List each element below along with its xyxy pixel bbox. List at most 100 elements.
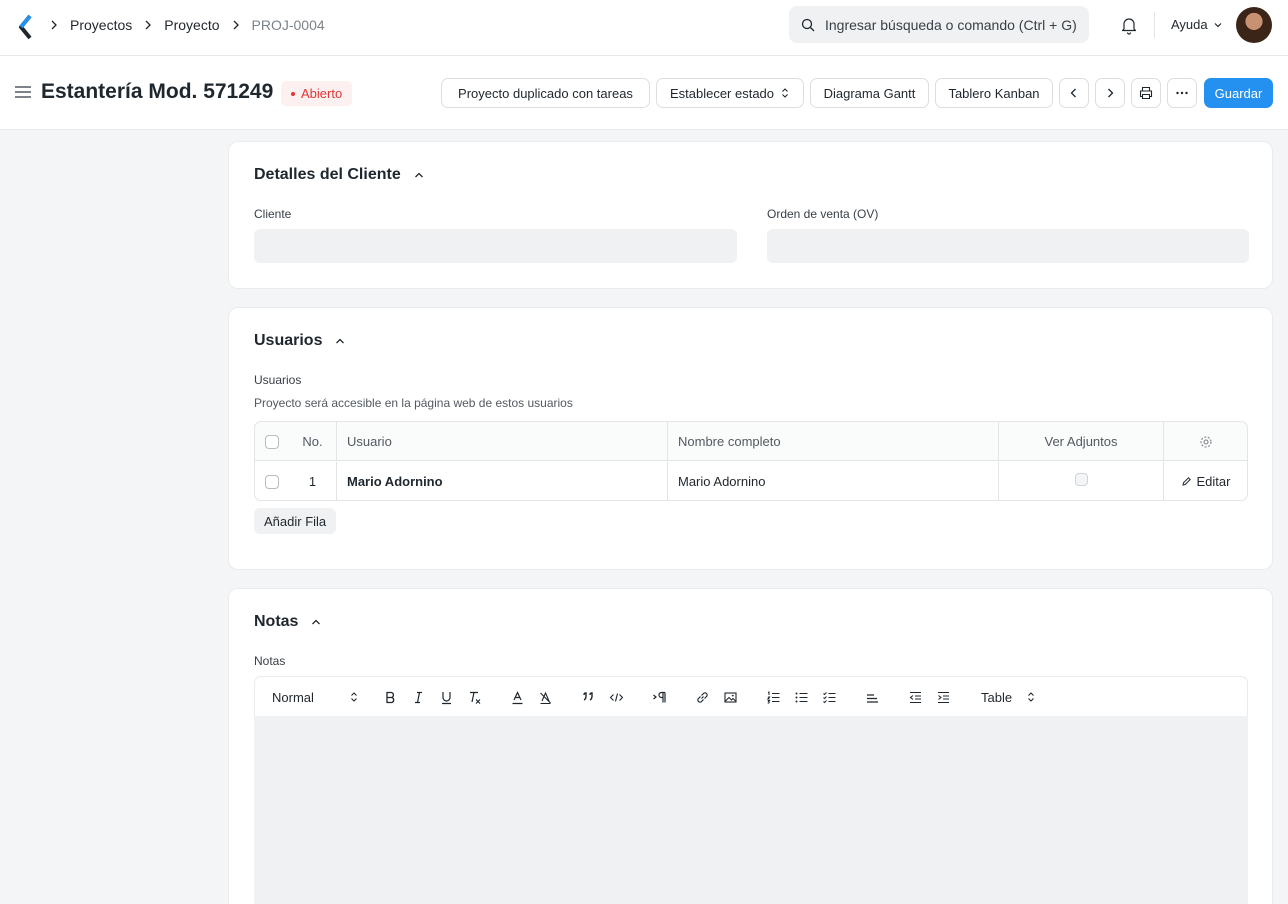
table-select[interactable]: Table (981, 689, 1035, 705)
set-status-button[interactable]: Establecer estado (656, 78, 804, 108)
page-header: Estantería Mod. 571249 Abierto Proyecto … (0, 56, 1288, 130)
navbar-divider (1154, 12, 1155, 38)
notifications-bell-icon[interactable] (1119, 15, 1139, 35)
status-label: Abierto (301, 86, 343, 101)
customer-section-header[interactable]: Detalles del Cliente (254, 166, 425, 184)
customer-section-title: Detalles del Cliente (254, 166, 401, 183)
table-select-value: Table (981, 689, 1013, 705)
chevron-right-icon (232, 18, 246, 32)
align-left-icon[interactable] (863, 689, 881, 705)
help-label: Ayuda (1171, 17, 1208, 32)
outdent-icon[interactable] (906, 689, 924, 705)
sales-order-label: Orden de venta (OV) (767, 207, 879, 221)
settings-gear-icon[interactable] (1199, 435, 1213, 449)
code-block-icon[interactable] (607, 689, 625, 705)
breadcrumb-current[interactable]: PROJ-0004 (252, 17, 325, 33)
customer-details-card: Detalles del Cliente Cliente Orden de ve… (228, 141, 1273, 289)
editor-toolbar: Normal Table (254, 676, 1248, 716)
bullet-list-icon[interactable] (792, 689, 810, 705)
view-attachments-checkbox[interactable] (1074, 473, 1088, 486)
sort-arrows-icon (1028, 692, 1034, 702)
row-full-name[interactable]: Mario Adornino (668, 462, 999, 501)
notes-field-label: Notas (254, 654, 286, 668)
notes-card: Notas Notas Normal Table (228, 588, 1273, 904)
table-row[interactable]: 1 Mario Adornino Mario Adornino Editar (255, 462, 1247, 501)
users-table: No. Usuario Nombre completo Ver Adjuntos… (254, 421, 1248, 501)
row-view-attachments-cell (999, 462, 1164, 501)
sort-arrows-icon (351, 692, 357, 702)
select-all-checkbox[interactable] (265, 434, 279, 449)
ellipsis-icon (1176, 91, 1188, 95)
chevron-up-icon (312, 619, 321, 625)
breadcrumb: Proyectos Proyecto PROJ-0004 (50, 0, 337, 50)
notes-section-header[interactable]: Notas (254, 613, 322, 631)
chevron-left-icon (1070, 88, 1076, 98)
sidebar-toggle-icon[interactable] (15, 86, 31, 98)
column-settings-cell (1164, 422, 1247, 461)
row-edit-label: Editar (1196, 474, 1231, 489)
save-button[interactable]: Guardar (1204, 78, 1273, 108)
print-button[interactable] (1131, 78, 1161, 108)
user-avatar[interactable] (1236, 7, 1272, 43)
customer-field[interactable] (254, 229, 737, 263)
format-select[interactable]: Normal (272, 689, 358, 705)
select-all-cell (255, 422, 289, 461)
row-checkbox[interactable] (265, 474, 279, 489)
sales-order-field[interactable] (767, 229, 1249, 263)
notes-editor[interactable] (254, 716, 1248, 904)
add-row-button[interactable]: Añadir Fila (254, 508, 337, 534)
checklist-icon[interactable] (820, 689, 838, 705)
top-navbar: Proyectos Proyecto PROJ-0004 Ayuda (0, 0, 1288, 56)
row-edit-button[interactable]: Editar (1164, 462, 1247, 501)
sort-arrows-icon (782, 88, 788, 98)
kanban-board-button[interactable]: Tablero Kanban (935, 78, 1053, 108)
format-select-value: Normal (272, 689, 314, 705)
chevron-up-icon (336, 338, 345, 344)
breadcrumb-proyectos[interactable]: Proyectos (70, 17, 132, 33)
image-icon[interactable] (721, 689, 739, 705)
indent-icon[interactable] (934, 689, 952, 705)
previous-record-button[interactable] (1059, 78, 1089, 108)
bold-icon[interactable] (381, 689, 399, 705)
search-icon (801, 18, 815, 31)
link-icon[interactable] (693, 689, 711, 705)
search-bar[interactable] (789, 6, 1089, 43)
pencil-icon (1181, 477, 1191, 486)
help-dropdown[interactable]: Ayuda (1171, 17, 1224, 32)
underline-icon[interactable] (437, 689, 455, 705)
chevron-up-icon (414, 172, 423, 178)
users-field-label: Usuarios (254, 373, 302, 387)
table-header-row: No. Usuario Nombre completo Ver Adjuntos (255, 422, 1247, 461)
italic-icon[interactable] (409, 689, 427, 705)
status-dot-icon (291, 91, 295, 96)
more-actions-button[interactable] (1167, 78, 1197, 108)
chevron-right-icon (50, 18, 64, 32)
chevron-down-icon (1214, 22, 1222, 27)
next-record-button[interactable] (1095, 78, 1125, 108)
users-description: Proyecto será accesible en la página web… (254, 396, 573, 410)
clear-format-icon[interactable] (465, 689, 483, 705)
chevron-right-icon (144, 18, 158, 32)
text-direction-icon[interactable] (650, 689, 668, 705)
text-color-icon[interactable] (508, 689, 526, 705)
app-logo-icon[interactable] (17, 13, 35, 41)
users-section-header[interactable]: Usuarios (254, 332, 346, 350)
printer-icon (1139, 86, 1153, 100)
blockquote-icon[interactable] (579, 689, 597, 705)
duplicate-project-button[interactable]: Proyecto duplicado con tareas (441, 78, 650, 108)
background-color-icon[interactable] (536, 689, 554, 705)
ordered-list-icon[interactable] (764, 689, 782, 705)
row-number: 1 (289, 462, 337, 501)
row-user[interactable]: Mario Adornino (337, 462, 668, 501)
users-section-title: Usuarios (254, 332, 323, 349)
chevron-right-icon (1108, 88, 1114, 98)
customer-label: Cliente (254, 207, 292, 221)
column-header-user: Usuario (337, 422, 668, 461)
page-title: Estantería Mod. 571249 (41, 80, 274, 103)
gantt-chart-button[interactable]: Diagrama Gantt (810, 78, 929, 108)
row-select-cell (255, 462, 289, 501)
status-badge: Abierto (281, 81, 353, 106)
breadcrumb-proyecto[interactable]: Proyecto (164, 17, 219, 33)
set-status-label: Establecer estado (669, 85, 775, 101)
search-input[interactable] (825, 16, 1085, 33)
